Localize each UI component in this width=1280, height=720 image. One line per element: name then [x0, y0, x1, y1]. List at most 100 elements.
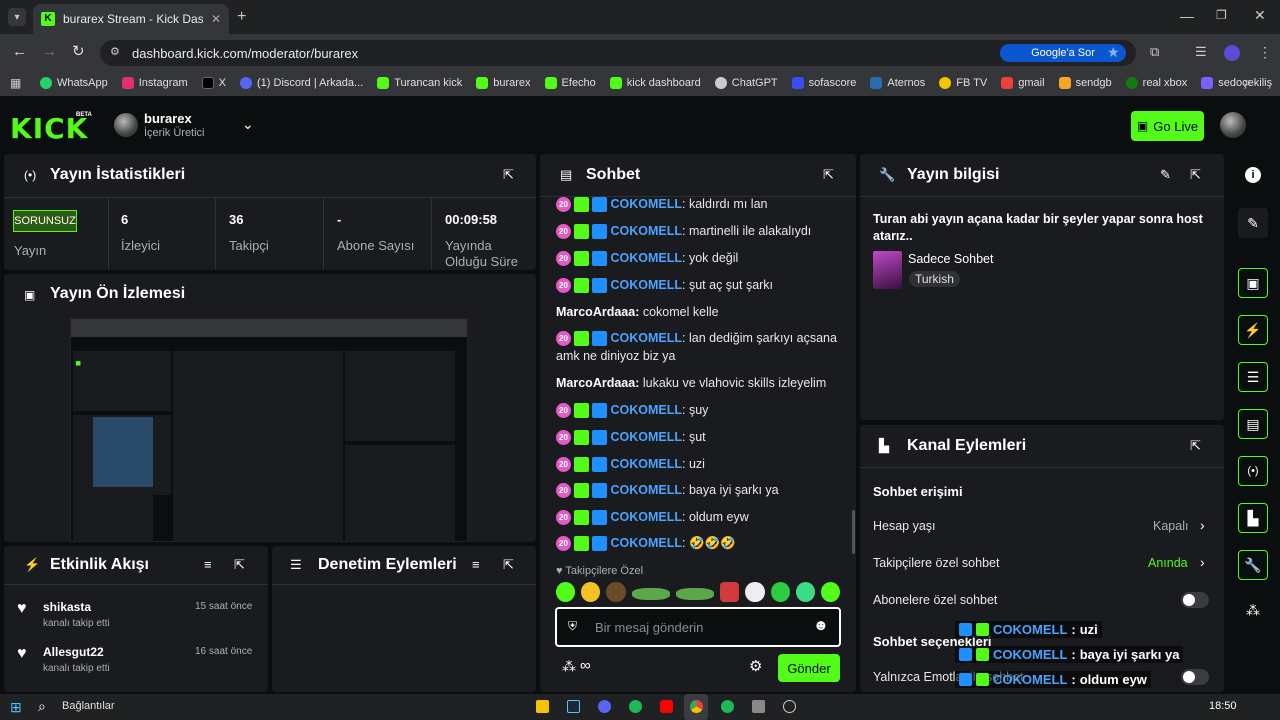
- youtube-icon[interactable]: [660, 700, 673, 713]
- chat-username[interactable]: COKOMELL: [610, 536, 682, 550]
- windows-start-icon[interactable]: ⊞: [10, 699, 22, 716]
- address-bar[interactable]: ⚙ dashboard.kick.com/moderator/burarex: [100, 40, 1136, 66]
- emote-icon[interactable]: [581, 582, 601, 602]
- bookmark-burarex[interactable]: burarex: [476, 77, 531, 89]
- bookmark-x[interactable]: X: [201, 77, 226, 89]
- chat-username[interactable]: COKOMELL: [610, 197, 682, 211]
- obs-icon[interactable]: [783, 700, 796, 713]
- maximize-icon[interactable]: ❐: [1216, 8, 1227, 22]
- info-icon[interactable]: i: [1245, 167, 1261, 183]
- kick-points-icon[interactable]: ⁂: [562, 658, 576, 675]
- gear-icon[interactable]: ⚙: [749, 657, 762, 675]
- more-bookmarks-icon[interactable]: »: [1244, 75, 1251, 89]
- bookmark-kick-dashboard[interactable]: kick dashboard: [609, 77, 701, 89]
- chat-username[interactable]: MarcoArdaaa: [556, 376, 635, 390]
- popout-icon[interactable]: ⇱: [234, 557, 245, 573]
- emote-icon[interactable]: [795, 582, 815, 602]
- bookmark-fbtv[interactable]: FB TV: [939, 77, 987, 89]
- chat-username[interactable]: COKOMELL: [610, 510, 682, 524]
- chat-username[interactable]: COKOMELL: [610, 278, 682, 292]
- sidebar-points-icon[interactable]: ⁂: [1246, 602, 1260, 619]
- edit-pencil-icon[interactable]: ✎: [1238, 208, 1268, 238]
- chat-username[interactable]: COKOMELL: [610, 403, 682, 417]
- tab-search-icon[interactable]: ▾: [8, 8, 26, 26]
- chat-username[interactable]: COKOMELL: [610, 483, 682, 497]
- chat-scrollbar[interactable]: [852, 510, 855, 554]
- emote-icon[interactable]: [745, 582, 765, 602]
- popout-icon[interactable]: ⇱: [1190, 438, 1201, 454]
- bookmark-sendgb[interactable]: sendgb: [1058, 77, 1112, 89]
- filter-icon[interactable]: ≡: [472, 557, 480, 572]
- sidebar-lightning-icon[interactable]: ⚡: [1238, 315, 1268, 345]
- file-explorer-icon[interactable]: [536, 700, 549, 713]
- popout-icon[interactable]: ⇱: [503, 557, 514, 573]
- new-tab-button[interactable]: +: [237, 8, 246, 26]
- infinity-icon[interactable]: ∞: [580, 657, 591, 674]
- bookmark-efecho[interactable]: Efecho: [544, 77, 596, 89]
- extensions-icon[interactable]: ⧉: [1150, 44, 1159, 60]
- search-icon[interactable]: ⌕: [38, 698, 46, 715]
- sidebar-broadcast-icon[interactable]: (•): [1238, 456, 1268, 486]
- emote-icon[interactable]: [556, 582, 576, 602]
- go-live-button[interactable]: ▣ Go Live: [1131, 111, 1204, 141]
- send-button[interactable]: Gönder: [778, 654, 840, 682]
- forward-icon[interactable]: →: [42, 43, 57, 60]
- setting-row-followers-only[interactable]: Takipçilere özel sohbet Anında ›: [860, 547, 1224, 579]
- subscribers-only-toggle[interactable]: [1181, 592, 1209, 608]
- taskbar-search-label[interactable]: Bağlantılar: [62, 700, 115, 712]
- popout-icon[interactable]: ⇱: [1190, 167, 1201, 183]
- sidebar-chat-icon[interactable]: ▤: [1238, 409, 1268, 439]
- apps-grid-icon[interactable]: ▦: [10, 76, 21, 90]
- discord-icon[interactable]: [598, 700, 611, 713]
- emoji-picker-icon[interactable]: ☻: [813, 617, 829, 634]
- chat-input[interactable]: ⛨ Bir mesaj gönderin ☻: [555, 607, 841, 647]
- emote-icon[interactable]: [820, 582, 841, 602]
- bookmark-sedocekilis[interactable]: sedoçekiliş: [1201, 77, 1272, 89]
- popout-icon[interactable]: ⇱: [503, 167, 514, 183]
- bookmark-gmail[interactable]: gmail: [1001, 77, 1045, 89]
- reload-icon[interactable]: ↻: [72, 42, 85, 60]
- bookmark-sofascore[interactable]: sofascore: [791, 77, 856, 89]
- chat-username[interactable]: COKOMELL: [610, 430, 682, 444]
- chat-username[interactable]: COKOMELL: [610, 251, 682, 265]
- chrome-icon[interactable]: [690, 700, 703, 713]
- chat-username[interactable]: COKOMELL: [610, 224, 682, 238]
- emote-icon[interactable]: [770, 582, 790, 602]
- emote-icon[interactable]: [720, 582, 740, 602]
- channel-switch-chevron-icon[interactable]: ⌄: [242, 116, 254, 133]
- chat-username[interactable]: COKOMELL: [610, 331, 682, 345]
- close-window-icon[interactable]: ✕: [1254, 7, 1266, 24]
- bookmark-star-icon[interactable]: ★: [1107, 44, 1120, 61]
- sidebar-wrench-icon[interactable]: 🔧: [1238, 550, 1268, 580]
- sidebar-list-icon[interactable]: ☰: [1238, 362, 1268, 392]
- bookmark-aternos[interactable]: Aternos: [870, 77, 925, 89]
- reading-list-icon[interactable]: ☰: [1195, 44, 1207, 60]
- emote-icon[interactable]: [631, 588, 670, 600]
- spotify-icon[interactable]: [629, 700, 642, 713]
- bookmark-discord[interactable]: (1) Discord | Arkada...: [240, 77, 363, 89]
- edit-pencil-icon[interactable]: ✎: [1160, 167, 1171, 183]
- site-info-icon[interactable]: ⚙: [110, 45, 120, 58]
- xbox-app-icon[interactable]: [721, 700, 734, 713]
- sidebar-preview-icon[interactable]: ▣: [1238, 268, 1268, 298]
- bookmark-chatgpt[interactable]: ChatGPT: [714, 77, 778, 89]
- user-avatar[interactable]: [1220, 112, 1246, 138]
- popout-icon[interactable]: ⇱: [823, 167, 834, 183]
- close-tab-icon[interactable]: ✕: [211, 12, 221, 26]
- emote-icon[interactable]: [606, 582, 626, 602]
- chat-username[interactable]: COKOMELL: [610, 457, 682, 471]
- app-icon[interactable]: [752, 700, 765, 713]
- steam-icon[interactable]: [567, 700, 580, 713]
- browser-tab[interactable]: K burarex Stream - Kick Dashboard ✕: [33, 4, 229, 34]
- bookmark-turancan-kick[interactable]: Turancan kick: [377, 77, 462, 89]
- browser-menu-icon[interactable]: ⋮: [1258, 44, 1272, 61]
- profile-avatar[interactable]: [1224, 45, 1240, 61]
- sidebar-actions-icon[interactable]: ▙: [1238, 503, 1268, 533]
- bookmark-real-xbox[interactable]: real xbox: [1125, 77, 1187, 89]
- filter-icon[interactable]: ≡: [204, 557, 212, 572]
- chat-username[interactable]: MarcoArdaaa: [556, 305, 635, 319]
- emote-icon[interactable]: [675, 588, 715, 600]
- setting-row-account-age[interactable]: Hesap yaşı Kapalı ›: [860, 510, 1224, 542]
- bookmark-instagram[interactable]: Instagram: [121, 77, 188, 89]
- minimize-icon[interactable]: —: [1180, 8, 1194, 24]
